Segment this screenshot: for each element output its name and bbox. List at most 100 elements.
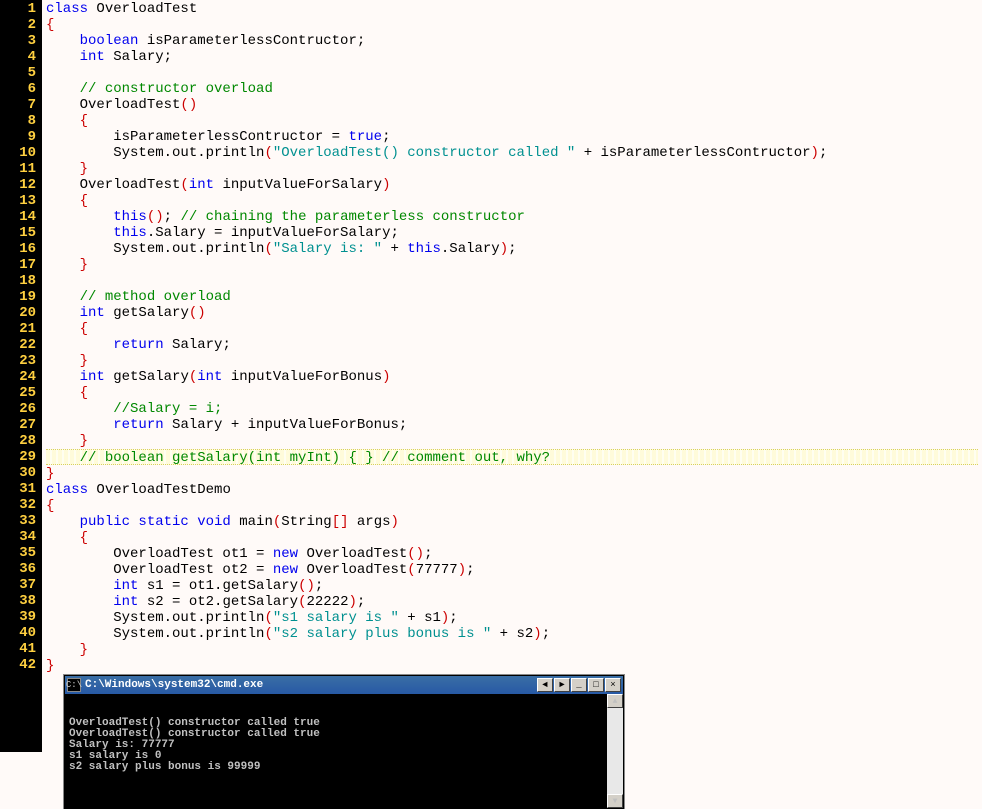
line-number: 32 <box>4 497 36 513</box>
code-line[interactable]: } <box>46 161 978 177</box>
code-line[interactable]: boolean isParameterlessContructor; <box>46 33 978 49</box>
code-line[interactable] <box>46 65 978 81</box>
line-number: 13 <box>4 193 36 209</box>
code-line[interactable]: { <box>46 530 978 546</box>
code-line[interactable]: { <box>46 17 978 33</box>
line-number: 12 <box>4 177 36 193</box>
line-number: 41 <box>4 641 36 657</box>
code-line[interactable]: class OverloadTest <box>46 1 978 17</box>
console-titlebar[interactable]: C:\ C:\Windows\system32\cmd.exe ◄ ► _ □ … <box>65 676 623 694</box>
code-line[interactable]: int s2 = ot2.getSalary(22222); <box>46 594 978 610</box>
line-number: 20 <box>4 305 36 321</box>
console-line: s2 salary plus bonus is 99999 <box>69 762 619 773</box>
code-line[interactable]: System.out.println("OverloadTest() const… <box>46 145 978 161</box>
code-line[interactable]: { <box>46 113 978 129</box>
line-number: 37 <box>4 577 36 593</box>
maximize-button[interactable]: □ <box>588 678 604 692</box>
code-line[interactable]: } <box>46 466 978 482</box>
code-line[interactable]: return Salary + inputValueForBonus; <box>46 417 978 433</box>
code-line[interactable]: this(); // chaining the parameterless co… <box>46 209 978 225</box>
code-line[interactable]: //Salary = i; <box>46 401 978 417</box>
line-number: 3 <box>4 33 36 49</box>
line-number: 4 <box>4 49 36 65</box>
code-line[interactable]: OverloadTest(int inputValueForSalary) <box>46 177 978 193</box>
line-number: 2 <box>4 17 36 33</box>
line-number: 42 <box>4 657 36 673</box>
line-number: 34 <box>4 529 36 545</box>
line-number: 35 <box>4 545 36 561</box>
code-line[interactable]: return Salary; <box>46 337 978 353</box>
console-icon: C:\ <box>67 678 81 692</box>
line-number: 1 <box>4 1 36 17</box>
code-line[interactable]: } <box>46 353 978 369</box>
line-number: 6 <box>4 81 36 97</box>
line-number: 10 <box>4 145 36 161</box>
line-number: 26 <box>4 401 36 417</box>
code-line[interactable]: { <box>46 193 978 209</box>
code-line[interactable]: // method overload <box>46 289 978 305</box>
line-number: 40 <box>4 625 36 641</box>
line-number: 36 <box>4 561 36 577</box>
code-line[interactable]: this.Salary = inputValueForSalary; <box>46 225 978 241</box>
code-line[interactable]: System.out.println("s2 salary plus bonus… <box>46 626 978 642</box>
code-line[interactable]: OverloadTest ot1 = new OverloadTest(); <box>46 546 978 562</box>
code-line[interactable]: class OverloadTestDemo <box>46 482 978 498</box>
window-button-group: ◄ ► _ □ × <box>537 678 621 692</box>
code-line[interactable]: System.out.println("Salary is: " + this.… <box>46 241 978 257</box>
minimize-button[interactable]: _ <box>571 678 587 692</box>
line-number: 31 <box>4 481 36 497</box>
console-scrollbar[interactable]: ▲ ▼ <box>607 694 623 808</box>
code-line[interactable]: System.out.println("s1 salary is " + s1)… <box>46 610 978 626</box>
code-line[interactable]: // boolean getSalary(int myInt) { } // c… <box>46 449 978 465</box>
code-line[interactable]: OverloadTest ot2 = new OverloadTest(7777… <box>46 562 978 578</box>
line-number: 39 <box>4 609 36 625</box>
scroll-up-button[interactable]: ▲ <box>607 694 623 708</box>
line-number-gutter: 1234567891011121314151617181920212223242… <box>0 0 42 752</box>
code-line[interactable]: { <box>46 498 978 514</box>
close-button[interactable]: × <box>605 678 621 692</box>
scroll-down-button[interactable]: ▼ <box>607 794 623 808</box>
console-line: s1 salary is 0 <box>69 751 619 762</box>
console-window: C:\ C:\Windows\system32\cmd.exe ◄ ► _ □ … <box>64 675 624 809</box>
line-number: 33 <box>4 513 36 529</box>
code-line[interactable]: } <box>46 433 978 449</box>
code-line[interactable]: OverloadTest() <box>46 97 978 113</box>
line-number: 14 <box>4 209 36 225</box>
code-line[interactable]: { <box>46 321 978 337</box>
code-line[interactable]: public static void main(String[] args) <box>46 514 978 530</box>
code-line[interactable] <box>46 273 978 289</box>
line-number: 30 <box>4 465 36 481</box>
console-output[interactable]: OverloadTest() constructor called trueOv… <box>65 694 623 808</box>
line-number: 11 <box>4 161 36 177</box>
line-number: 18 <box>4 273 36 289</box>
scroll-track[interactable] <box>607 708 623 794</box>
code-line[interactable]: int getSalary(int inputValueForBonus) <box>46 369 978 385</box>
line-number: 24 <box>4 369 36 385</box>
line-number: 21 <box>4 321 36 337</box>
scroll-left-button[interactable]: ◄ <box>537 678 553 692</box>
code-line[interactable]: int getSalary() <box>46 305 978 321</box>
code-line[interactable]: { <box>46 385 978 401</box>
line-number: 29 <box>4 449 36 465</box>
code-line[interactable]: } <box>46 658 978 674</box>
code-line[interactable]: int Salary; <box>46 49 978 65</box>
line-number: 17 <box>4 257 36 273</box>
code-line[interactable]: isParameterlessContructor = true; <box>46 129 978 145</box>
line-number: 22 <box>4 337 36 353</box>
line-number: 8 <box>4 113 36 129</box>
line-number: 5 <box>4 65 36 81</box>
code-line[interactable]: // constructor overload <box>46 81 978 97</box>
line-number: 25 <box>4 385 36 401</box>
code-line[interactable]: } <box>46 642 978 658</box>
code-area[interactable]: class OverloadTest{ boolean isParameterl… <box>42 0 982 752</box>
code-line[interactable]: int s1 = ot1.getSalary(); <box>46 578 978 594</box>
code-editor: 1234567891011121314151617181920212223242… <box>0 0 982 752</box>
line-number: 23 <box>4 353 36 369</box>
line-number: 28 <box>4 433 36 449</box>
code-line[interactable]: } <box>46 257 978 273</box>
line-number: 19 <box>4 289 36 305</box>
line-number: 38 <box>4 593 36 609</box>
scroll-right-button[interactable]: ► <box>554 678 570 692</box>
line-number: 7 <box>4 97 36 113</box>
line-number: 15 <box>4 225 36 241</box>
